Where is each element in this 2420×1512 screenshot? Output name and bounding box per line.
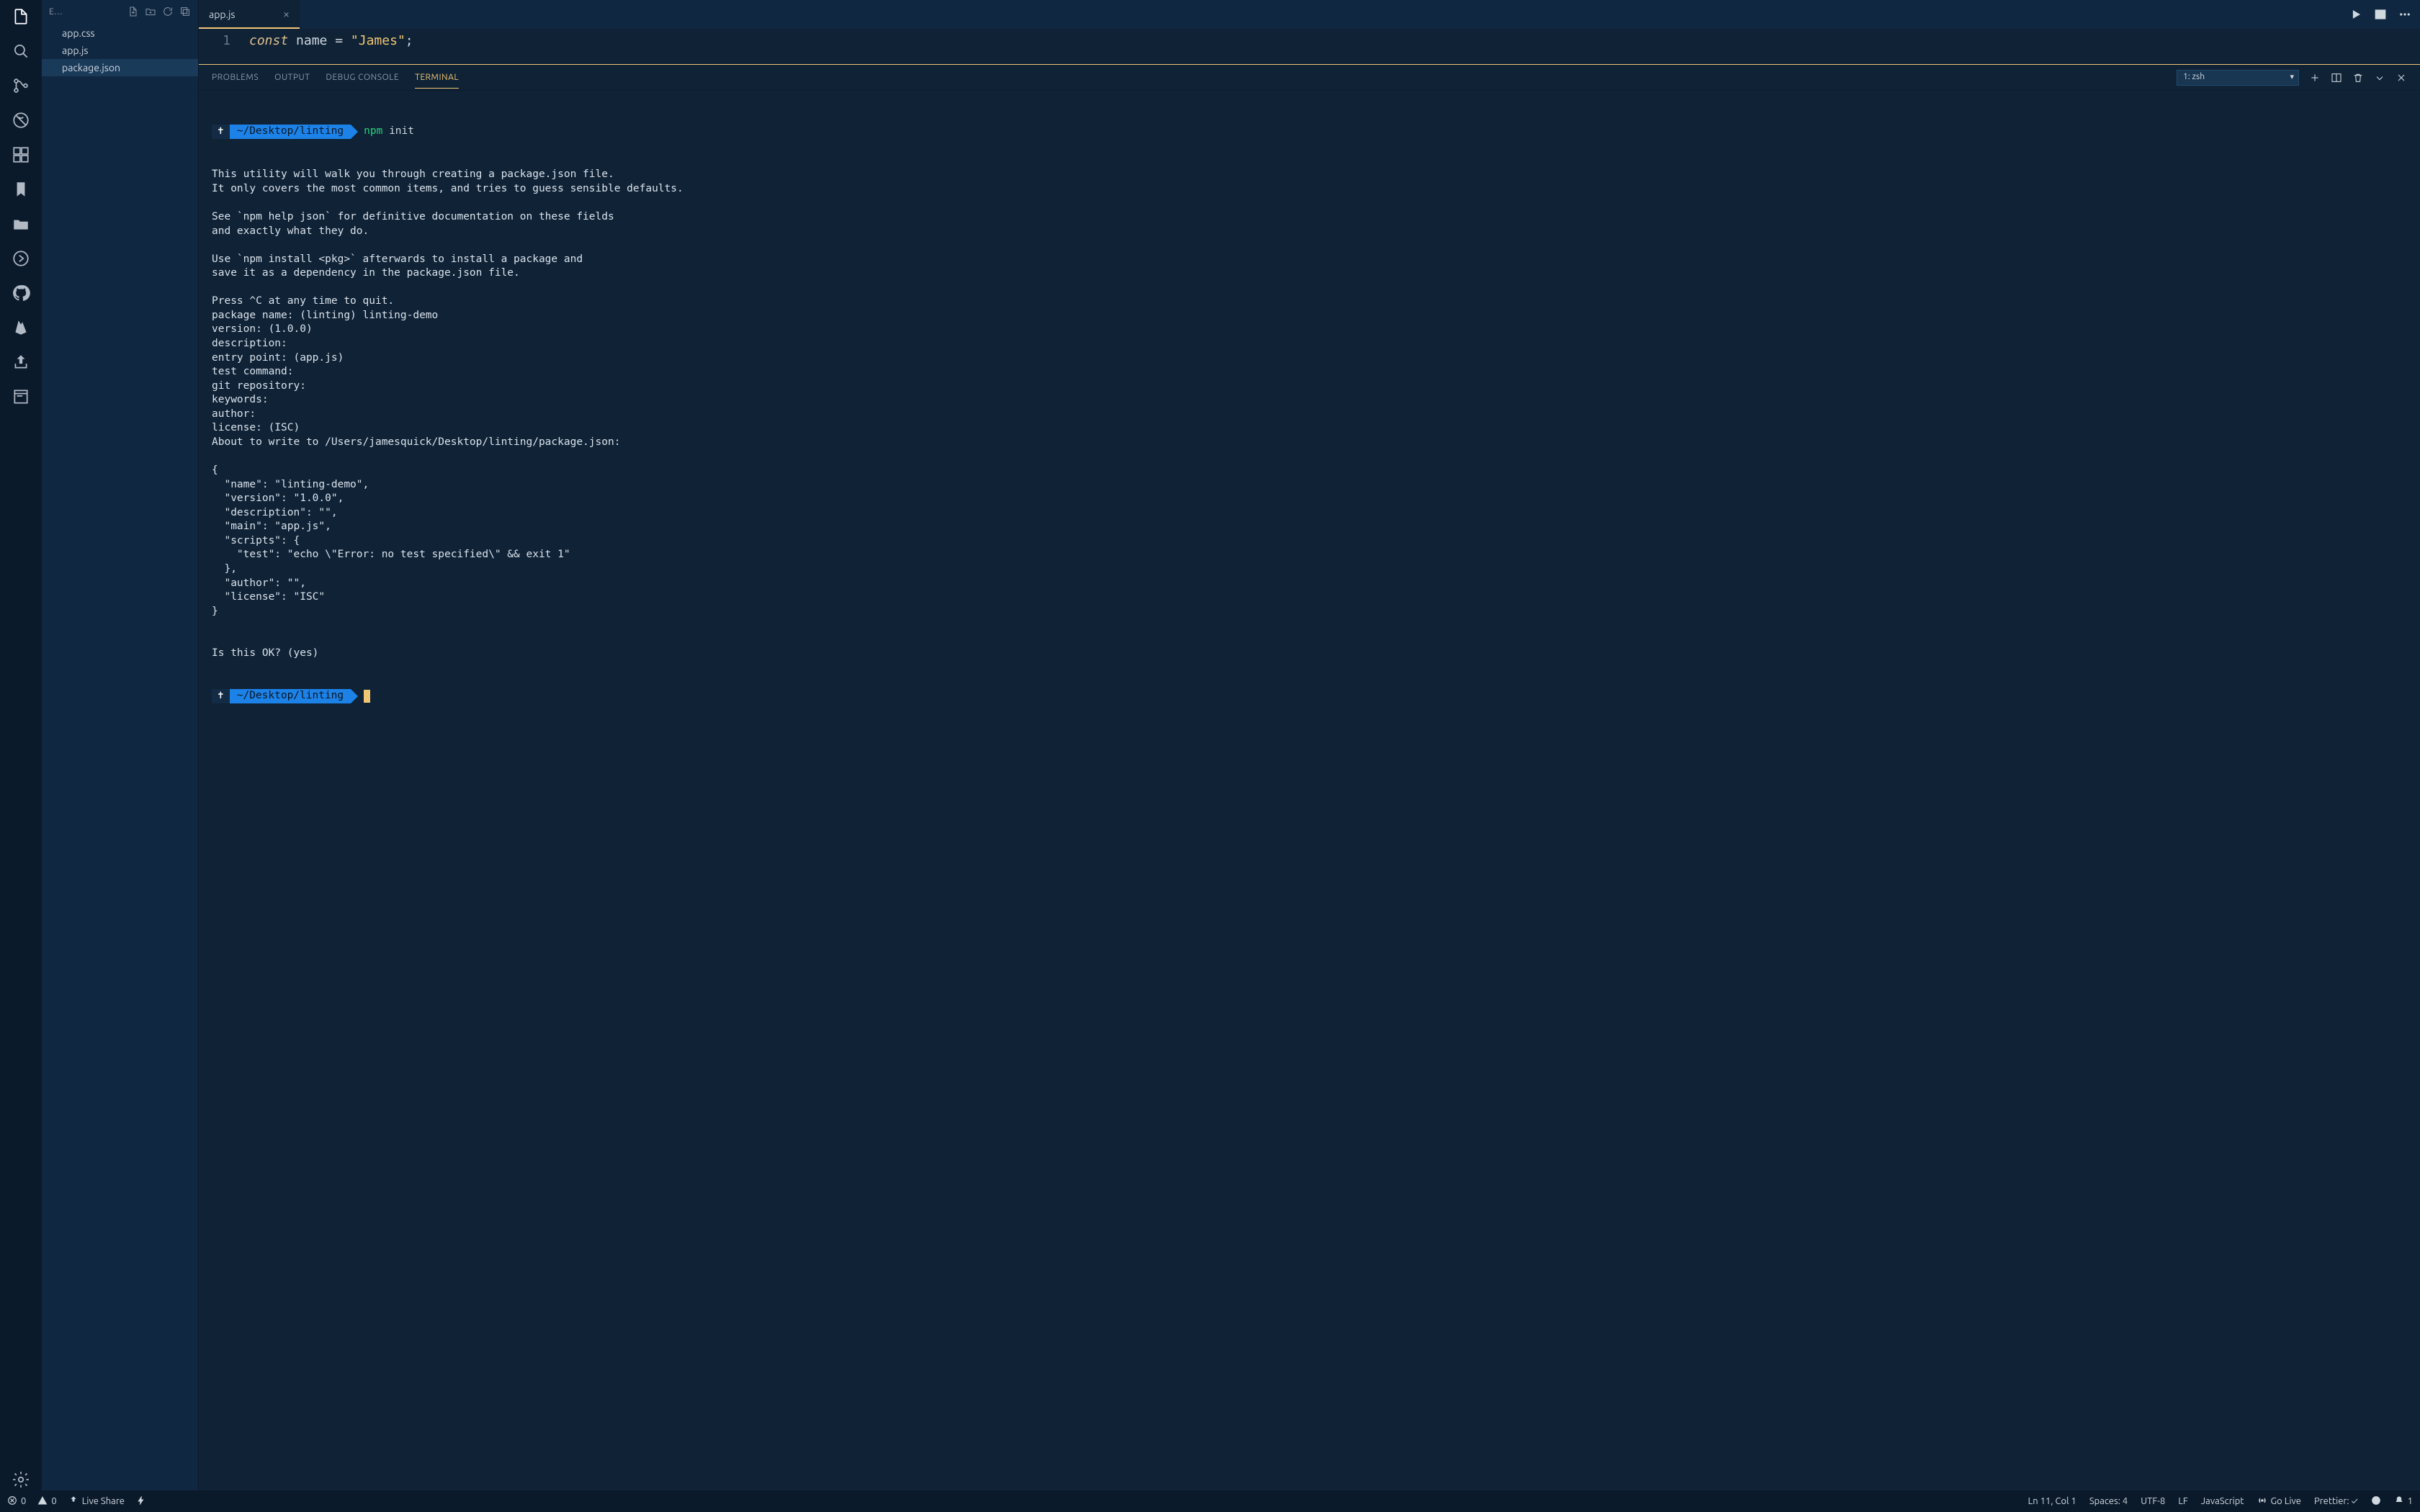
close-panel-icon[interactable] [2396,72,2407,84]
panel-tab-problems[interactable]: PROBLEMS [212,67,259,88]
new-terminal-icon[interactable] [2309,72,2321,84]
folder-icon[interactable] [10,213,32,235]
collapse-all-icon[interactable] [179,6,191,17]
token-identifier: name [296,33,327,48]
new-file-icon[interactable] [127,6,139,17]
terminal-prompt: ✝ ~/Desktop/linting npm init [212,125,2407,139]
status-notification-count: 1 [2408,1496,2413,1506]
panel-tab-debug-console[interactable]: DEBUG CONSOLE [326,67,399,88]
prompt-symbol: ✝ [212,689,230,703]
panel-tab-terminal[interactable]: TERMINAL [415,67,459,89]
refresh-icon[interactable] [162,6,174,17]
github-icon[interactable] [10,282,32,304]
tab-bar: app.js × [199,0,2420,29]
terminal-selector[interactable]: 1: zsh [2177,70,2299,86]
share-icon[interactable] [10,351,32,373]
status-feedback[interactable] [2371,1495,2381,1508]
explorer-panel: E… app.css app.js package.json [42,0,199,1490]
status-errors[interactable]: 0 [7,1495,26,1508]
terminal-view[interactable]: ✝ ~/Desktop/linting npm init This utilit… [199,91,2420,1490]
new-folder-icon[interactable] [145,6,156,17]
split-editor-icon[interactable] [2374,8,2387,21]
token-keyword: const [249,33,288,48]
status-indentation[interactable]: Spaces: 4 [2089,1496,2128,1506]
token-operator: = [327,33,351,48]
bottom-panel: PROBLEMS OUTPUT DEBUG CONSOLE TERMINAL 1… [199,65,2420,1490]
status-live-share-label: Live Share [82,1496,125,1506]
more-icon[interactable] [2398,8,2411,21]
firebase-icon[interactable] [10,317,32,338]
status-cursor-position[interactable]: Ln 11, Col 1 [2028,1496,2076,1506]
status-encoding[interactable]: UTF-8 [2141,1496,2165,1506]
settings-gear-icon[interactable] [10,1469,32,1490]
main-area: app.js × 1 const name = "James"; PROBLEM… [199,0,2420,1490]
file-item[interactable]: app.js [42,42,198,59]
terminal-cmd-arg: init [389,125,414,137]
status-live-share[interactable]: Live Share [68,1495,125,1508]
line-number: 1 [199,33,249,64]
file-item[interactable]: package.json [42,59,198,76]
tab-label: app.js [209,9,235,20]
explorer-icon[interactable] [10,6,32,27]
terminal-selector-label: 1: zsh [2183,72,2205,81]
panel-tab-bar: PROBLEMS OUTPUT DEBUG CONSOLE TERMINAL 1… [199,65,2420,91]
activity-bar [0,0,42,1490]
split-terminal-icon[interactable] [2331,72,2342,84]
panel-tab-output[interactable]: OUTPUT [274,67,310,88]
run-icon[interactable] [2349,8,2362,21]
file-list: app.css app.js package.json [42,23,198,76]
code-editor[interactable]: 1 const name = "James"; [199,29,2420,65]
token-string: "James" [351,33,405,48]
status-errors-count: 0 [21,1496,26,1506]
prompt-path: ~/Desktop/linting [230,689,351,703]
status-warnings[interactable]: 0 [37,1495,56,1508]
broadcast-icon [2257,1495,2267,1508]
warning-icon [37,1495,48,1508]
status-prettier[interactable]: Prettier: ✓ [2314,1496,2358,1506]
extensions-icon[interactable] [10,144,32,166]
terminal-cursor [364,690,370,703]
close-tab-icon[interactable]: × [283,8,290,21]
status-go-live[interactable]: Go Live [2257,1495,2301,1508]
status-notifications[interactable]: 1 [2394,1495,2413,1508]
search-icon[interactable] [10,40,32,62]
status-eol[interactable]: LF [2178,1496,2187,1506]
terminal-cmd-bin: npm [364,125,382,137]
terminal-prompt: ✝ ~/Desktop/linting [212,689,2407,703]
explorer-title: E… [49,7,122,17]
debug-disabled-icon[interactable] [10,109,32,131]
browser-preview-icon[interactable] [10,386,32,408]
kill-terminal-icon[interactable] [2352,72,2364,84]
editor-tab[interactable]: app.js × [199,0,300,29]
smiley-icon [2371,1495,2381,1508]
terminal-output: This utility will walk you through creat… [212,168,2407,661]
circle-caret-icon[interactable] [10,248,32,269]
live-share-icon [68,1495,79,1508]
file-item[interactable]: app.css [42,24,198,42]
code-line: const name = "James"; [249,33,413,64]
status-bar: 0 0 Live Share Ln 11, Col 1 Spaces: 4 UT… [0,1490,2420,1512]
bookmark-icon[interactable] [10,179,32,200]
bell-icon [2394,1495,2404,1508]
status-warnings-count: 0 [51,1496,56,1506]
error-icon [7,1495,17,1508]
status-language[interactable]: JavaScript [2201,1496,2244,1506]
token-semicolon: ; [405,33,413,48]
status-bolt[interactable] [136,1495,146,1508]
bolt-icon [136,1495,146,1508]
prompt-path: ~/Desktop/linting [230,125,351,139]
source-control-icon[interactable] [10,75,32,96]
prompt-symbol: ✝ [212,125,230,139]
explorer-header: E… [42,0,198,23]
status-go-live-label: Go Live [2271,1496,2301,1506]
maximize-panel-icon[interactable] [2374,72,2385,84]
